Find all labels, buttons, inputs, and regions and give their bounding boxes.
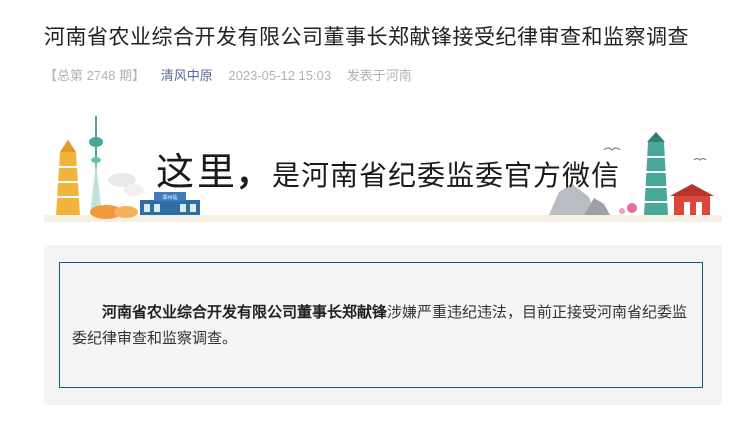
notice-paragraph: 河南省农业综合开发有限公司董事长郑献锋涉嫌严重违纪违法，目前正接受河南省纪委监委… (72, 299, 692, 351)
issue-number: 【总第 2748 期】 (44, 68, 146, 83)
banner-rest: 是河南省纪委监委官方微信 (272, 159, 621, 192)
account-banner: 郑州站 这里，是河南省纪委监委官方微信 (44, 112, 722, 222)
article-title: 河南省农业综合开发有限公司董事长郑献锋接受纪律审查和监察调查 (44, 25, 689, 49)
banner-slogan: 这里，是河南省纪委监委官方微信 (156, 147, 620, 197)
notice-bold-lead: 河南省农业综合开发有限公司董事长郑献锋 (102, 303, 388, 321)
tv-tower-icon (89, 116, 103, 215)
content-card: 河南省农业综合开发有限公司董事长郑献锋涉嫌严重违纪违法，目前正接受河南省纪委监委… (44, 245, 722, 405)
notice-box: 河南省农业综合开发有限公司董事长郑献锋涉嫌严重违纪违法，目前正接受河南省纪委监委… (59, 262, 703, 388)
publish-datetime: 2023-05-12 15:03 (228, 68, 332, 83)
flower-icon (627, 203, 637, 213)
banner-here: 这里 (156, 150, 239, 194)
stadium-icon (90, 205, 138, 219)
golden-tower-icon (56, 140, 80, 215)
twin-pagoda-icon (644, 132, 668, 215)
bird-icon (693, 157, 707, 161)
banner-comma: ， (236, 154, 271, 194)
red-pavilion-icon (670, 184, 714, 215)
account-name-link[interactable]: 清风中原 (161, 68, 213, 83)
article-meta: 【总第 2748 期】 清风中原 2023-05-12 15:03 发表于河南 (44, 66, 424, 86)
publish-location: 发表于河南 (346, 68, 412, 83)
